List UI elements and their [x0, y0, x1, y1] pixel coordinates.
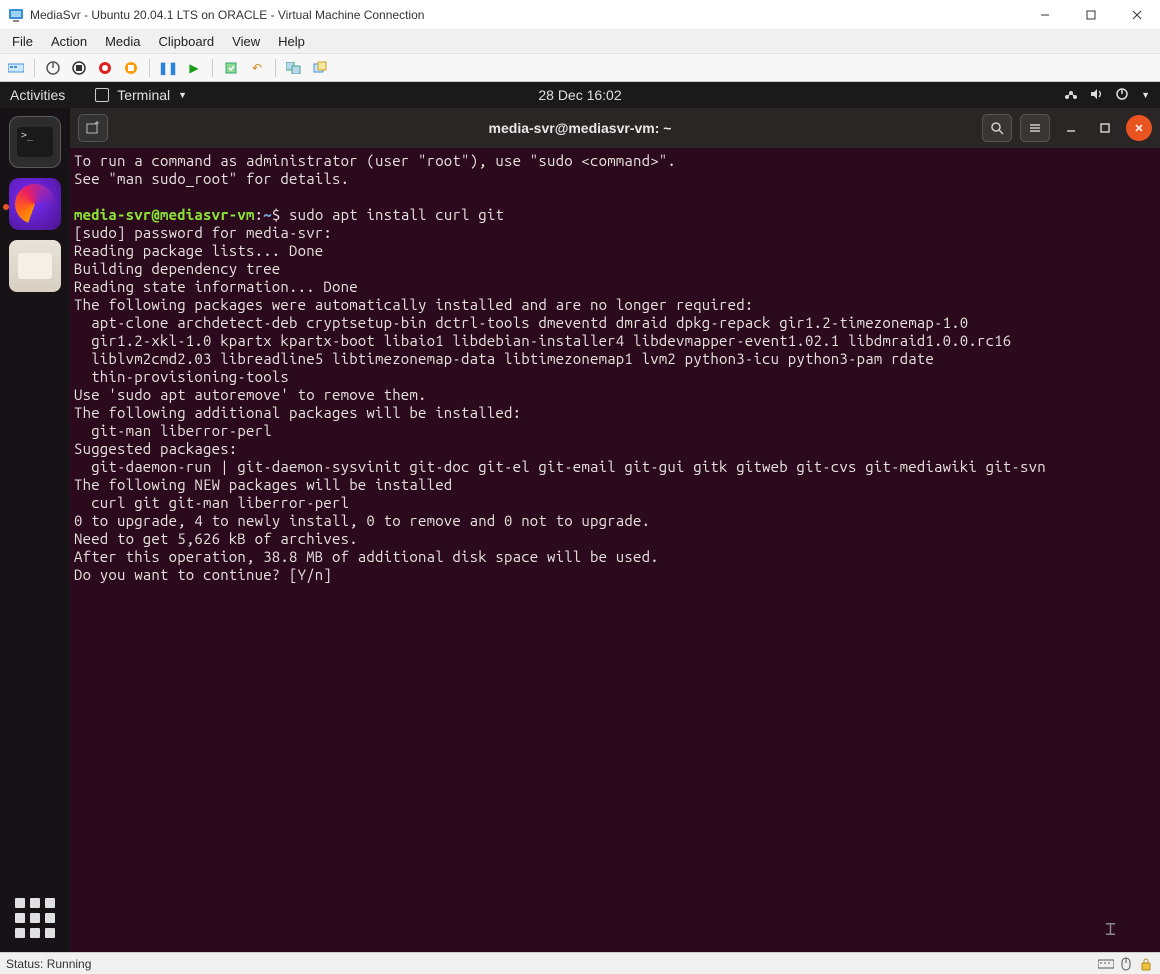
ubuntu-desktop: >_ media-svr@mediasvr-vm: ~ [0, 108, 1160, 952]
status-text: Status: Running [6, 957, 91, 971]
gnome-topbar: Activities Terminal ▼ 28 Dec 16:02 ▼ [0, 82, 1160, 108]
chevron-down-icon: ▼ [178, 90, 187, 100]
app-menu-label: Terminal [117, 87, 170, 103]
checkpoint-icon[interactable] [221, 58, 241, 78]
volume-icon [1089, 87, 1103, 104]
menu-view[interactable]: View [232, 34, 260, 49]
hyperv-toolbar: ❚❚ ▶ ↶ [0, 54, 1160, 82]
menu-action[interactable]: Action [51, 34, 87, 49]
keyboard-icon [1098, 956, 1114, 972]
terminal-titlebar: media-svr@mediasvr-vm: ~ [70, 108, 1160, 148]
close-button[interactable] [1114, 0, 1160, 30]
menu-file[interactable]: File [12, 34, 33, 49]
stop-icon[interactable] [69, 58, 89, 78]
dock-files[interactable] [9, 240, 61, 292]
terminal-body[interactable]: To run a command as administrator (user … [70, 148, 1160, 952]
revert-icon[interactable]: ↶ [247, 58, 267, 78]
search-button[interactable] [982, 114, 1012, 142]
hyperv-statusbar: Status: Running [0, 952, 1160, 974]
dock-terminal[interactable]: >_ [9, 116, 61, 168]
save-icon[interactable] [121, 58, 141, 78]
minimize-button[interactable] [1022, 0, 1068, 30]
menu-media[interactable]: Media [105, 34, 140, 49]
text-cursor-icon: Ꮖ [1105, 922, 1116, 940]
window-maximize-button[interactable] [1092, 115, 1118, 141]
power-icon [1115, 87, 1129, 104]
terminal-app-icon [95, 88, 109, 102]
network-icon [1063, 87, 1077, 104]
enhanced-session-icon[interactable] [284, 58, 304, 78]
app-menu[interactable]: Terminal ▼ [95, 87, 187, 103]
new-tab-button[interactable] [78, 114, 108, 142]
terminal-window: media-svr@mediasvr-vm: ~ To run [70, 108, 1160, 952]
running-indicator [3, 204, 9, 210]
mouse-icon [1118, 956, 1134, 972]
menu-help[interactable]: Help [278, 34, 305, 49]
dock-show-apps[interactable] [15, 898, 55, 938]
ctrl-alt-del-icon[interactable] [6, 58, 26, 78]
clock[interactable]: 28 Dec 16:02 [538, 87, 621, 103]
window-close-button[interactable] [1126, 115, 1152, 141]
shutdown-icon[interactable] [95, 58, 115, 78]
start-icon[interactable] [43, 58, 63, 78]
hyperv-titlebar: MediaSvr - Ubuntu 20.04.1 LTS on ORACLE … [0, 0, 1160, 30]
share-icon[interactable] [310, 58, 330, 78]
pause-icon[interactable]: ❚❚ [158, 58, 178, 78]
maximize-button[interactable] [1068, 0, 1114, 30]
vm-icon [8, 7, 24, 23]
chevron-down-icon: ▼ [1141, 90, 1150, 100]
window-minimize-button[interactable] [1058, 115, 1084, 141]
terminal-title: media-svr@mediasvr-vm: ~ [489, 120, 672, 136]
hyperv-menubar: File Action Media Clipboard View Help [0, 30, 1160, 54]
dock-firefox[interactable] [9, 178, 61, 230]
hamburger-menu-button[interactable] [1020, 114, 1050, 142]
system-tray[interactable]: ▼ [1063, 87, 1150, 104]
dock: >_ [0, 108, 70, 952]
reset-icon[interactable]: ▶ [184, 58, 204, 78]
lock-icon [1138, 956, 1154, 972]
window-title: MediaSvr - Ubuntu 20.04.1 LTS on ORACLE … [30, 8, 424, 22]
menu-clipboard[interactable]: Clipboard [159, 34, 215, 49]
activities-button[interactable]: Activities [10, 87, 65, 103]
